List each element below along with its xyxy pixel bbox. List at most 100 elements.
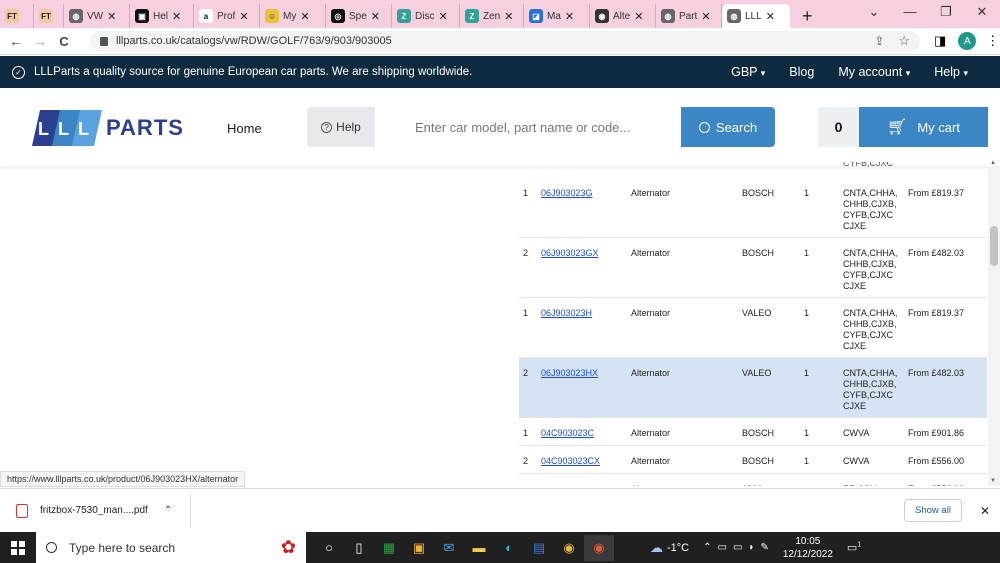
sidebar-icon[interactable]: ◨	[934, 33, 946, 49]
row-part[interactable]: 06J903023H	[541, 308, 592, 318]
close-tab-icon[interactable]: ✕	[634, 10, 643, 23]
search-button[interactable]: Search	[681, 107, 775, 147]
clock[interactable]: 10:05 12/12/2022	[783, 535, 833, 561]
close-tab-icon[interactable]: ✕	[107, 10, 116, 23]
weather-temp[interactable]: -1°C	[667, 542, 689, 554]
row-name: Alternator	[631, 368, 671, 378]
tab-search-icon[interactable]: ⌄	[856, 0, 892, 26]
chrome-icon[interactable]: ◉	[554, 535, 584, 561]
restore-button[interactable]: ❐	[928, 0, 964, 26]
tab-4[interactable]: a Prof ✕	[194, 4, 260, 28]
row-part[interactable]: 06J903023HX	[541, 368, 598, 378]
close-tab-icon[interactable]: ✕	[766, 10, 775, 23]
tab-title: Alte	[613, 10, 631, 22]
mail-icon[interactable]: ✉	[434, 535, 464, 561]
status-url-tooltip: https://www.lllparts.co.uk/product/06J90…	[0, 471, 246, 487]
close-tab-icon[interactable]: ✕	[565, 10, 574, 23]
row-part[interactable]: 06J903023GX	[541, 248, 599, 258]
zen-icon: Z	[397, 9, 411, 23]
edge-icon[interactable]: ◐	[494, 535, 524, 561]
tab-0[interactable]: FT	[0, 4, 34, 28]
scroll-down-arrow[interactable]: ▼	[990, 478, 996, 484]
close-tab-icon[interactable]: ✕	[701, 10, 710, 23]
close-tab-icon[interactable]: ✕	[438, 10, 447, 23]
tab-1[interactable]: FT	[34, 4, 64, 28]
tab-9[interactable]: ◪ Ma ✕	[524, 4, 590, 28]
poinsettia-icon: ✿	[280, 537, 296, 557]
tab-11[interactable]: ◍ Part ✕	[656, 4, 722, 28]
search-input[interactable]	[375, 107, 681, 147]
row-price: From £482.03	[908, 248, 965, 258]
chevron-down-icon: ▾	[760, 68, 766, 78]
scrollbar-thumb[interactable]	[990, 226, 998, 266]
help-menu[interactable]: Help ▾	[934, 65, 968, 79]
store-icon[interactable]: ▣	[404, 535, 434, 561]
download-filename[interactable]: fritzbox-7530_man....pdf	[40, 505, 148, 516]
download-options-chevron[interactable]: ⌃	[164, 505, 172, 516]
close-tab-icon[interactable]: ✕	[371, 10, 380, 23]
site-logo[interactable]: L L L PARTS	[32, 108, 194, 148]
profile-avatar[interactable]: A	[958, 32, 977, 50]
windows-start-icon[interactable]	[0, 532, 36, 563]
tab-3[interactable]: ▣ Hel ✕	[130, 4, 194, 28]
tab-7[interactable]: Z Disc ✕	[392, 4, 460, 28]
word-icon[interactable]: ▤	[524, 535, 554, 561]
browser-menu-icon[interactable]: ⋮	[986, 33, 999, 49]
engine-code-line: CHHB,CJXB,	[843, 379, 897, 389]
close-tab-icon[interactable]: ✕	[300, 10, 309, 23]
cart-button[interactable]: 🛒︎ My cart	[859, 107, 988, 147]
vimeo-icon: ▣	[135, 9, 149, 23]
row-name: Alternator	[631, 484, 670, 486]
page-scrollbar[interactable]: ▲ ▼	[988, 160, 1000, 486]
row-price: From £556.00	[908, 484, 964, 486]
show-all-button[interactable]: Show all	[904, 499, 962, 522]
share-icon[interactable]: ⇪	[874, 34, 884, 48]
cart-icon: 🛒︎	[887, 119, 908, 136]
row-part[interactable]: 06J903023G	[541, 188, 593, 198]
minimize-button[interactable]: —	[892, 0, 928, 26]
excel-icon[interactable]: ▦	[374, 535, 404, 561]
url-field[interactable]: lllparts.co.uk/catalogs/vw/RDW/GOLF/763/…	[90, 31, 920, 51]
tab-6[interactable]: ◎ Spe ✕	[326, 4, 392, 28]
chrome-profile-icon[interactable]: ◉	[584, 534, 614, 561]
new-tab-button[interactable]: +	[802, 4, 813, 28]
row-brand: VALEO	[742, 308, 772, 318]
tab-5[interactable]: ☺ My ✕	[260, 4, 326, 28]
scroll-up-arrow[interactable]: ▲	[990, 160, 996, 166]
tab-strip: FT FT ◍ VW ✕ ▣ Hel ✕ a Prof ✕ ☺ My ✕ ◎ Spe ✕ Z Disc ✕ Z Zen ✕ ◪…	[0, 0, 1000, 28]
nav-home-link[interactable]: Home	[227, 121, 262, 136]
taskbar-search[interactable]: Type here to search ✿	[36, 532, 306, 563]
tab-12[interactable]: ◍ LLL ✕	[722, 4, 790, 28]
row-part[interactable]: 04C903023C	[541, 428, 594, 438]
notifications-icon[interactable]: ▭1	[847, 541, 861, 554]
close-tab-icon[interactable]: ✕	[504, 10, 513, 23]
weather-icon[interactable]: ☁	[650, 540, 663, 556]
close-download-bar-button[interactable]: ✕	[980, 504, 990, 518]
close-window-button[interactable]: ✕	[964, 0, 1000, 26]
forward-button[interactable]: →	[28, 33, 52, 49]
close-tab-icon[interactable]: ✕	[172, 10, 181, 23]
tray-icons[interactable]: ⌃▭▭◗✎	[703, 542, 775, 553]
tab-8[interactable]: Z Zen ✕	[460, 4, 524, 28]
blog-link[interactable]: Blog	[789, 65, 814, 79]
account-menu[interactable]: My account ▾	[838, 65, 910, 79]
back-button[interactable]: ←	[4, 33, 28, 49]
tab-10[interactable]: ◉ Alte ✕	[590, 4, 656, 28]
row-price: From £482.03	[908, 368, 965, 378]
logo-text: PARTS	[106, 115, 184, 140]
search-help-button[interactable]: ? Help	[307, 107, 375, 147]
row-brand: VALEO	[742, 368, 772, 378]
cart-widget[interactable]: 0 🛒︎ My cart	[818, 107, 988, 147]
currency-select[interactable]: GBP ▾	[731, 65, 765, 79]
close-tab-icon[interactable]: ✕	[239, 10, 248, 23]
file-explorer-icon[interactable]: ▬	[464, 535, 494, 561]
reload-button[interactable]: C	[52, 34, 76, 49]
cortana-icon[interactable]: ○	[314, 535, 344, 561]
row-count: 1	[804, 368, 810, 378]
windows-logo-icon	[11, 540, 25, 555]
bookmark-star-icon[interactable]: ☆	[898, 33, 910, 49]
row-part[interactable]: 04C903023CX	[541, 456, 600, 466]
tab-2[interactable]: ◍ VW ✕	[64, 4, 130, 28]
task-view-icon[interactable]: ▯	[344, 535, 374, 561]
table-row: 1 06J903023H Alternator VALEO 1 CNTA,CHHA, CHH…	[519, 298, 987, 358]
